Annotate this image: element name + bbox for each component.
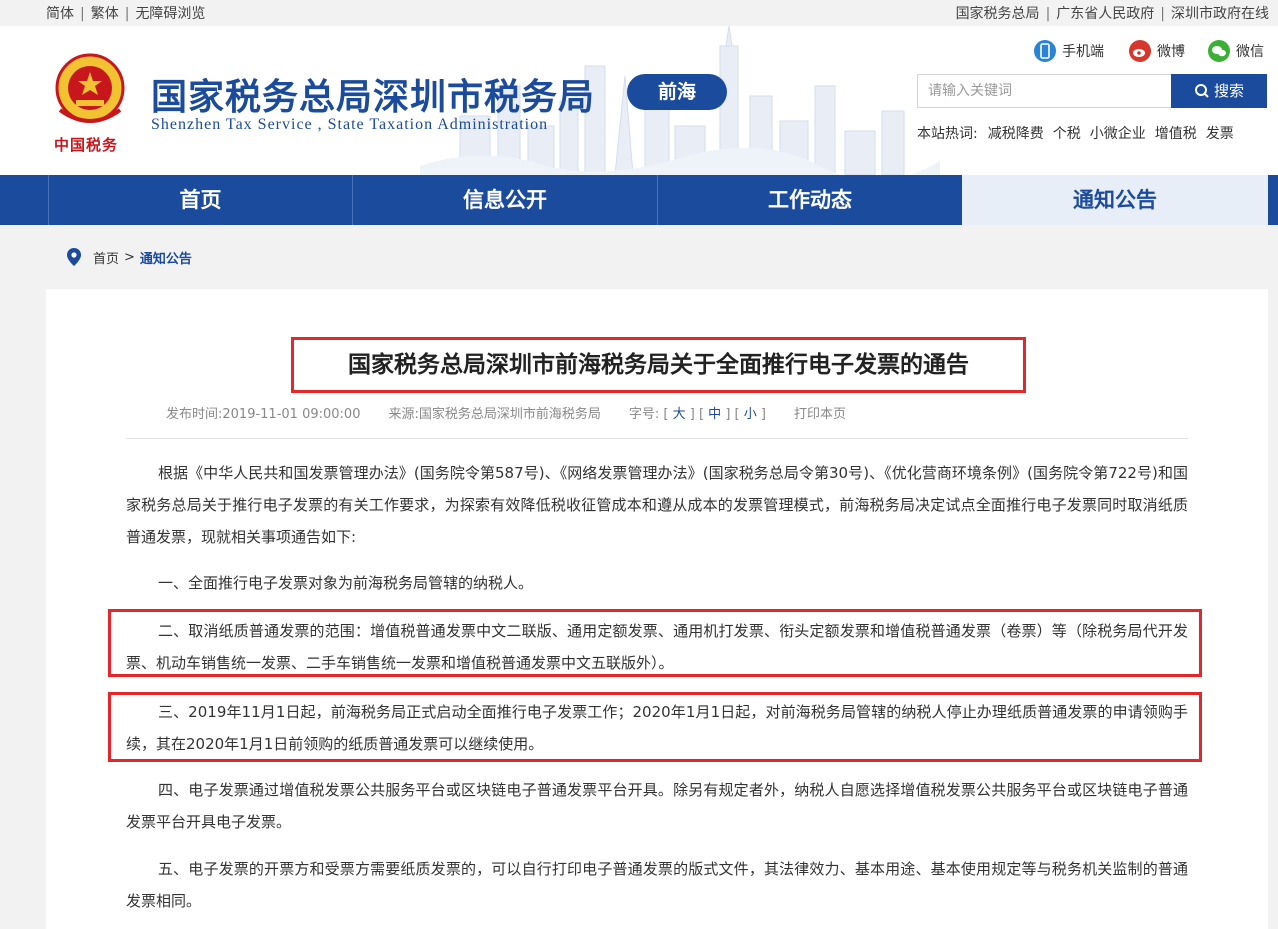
tax-emblem-logo: [55, 53, 125, 123]
link-sat[interactable]: 国家税务总局: [956, 6, 1040, 22]
meta-divider: [126, 438, 1188, 439]
hot-keywords: 本站热词: 减税降费 个税 小微企业 增值税 发票: [917, 123, 1243, 143]
nav-work-news[interactable]: 工作动态: [657, 175, 962, 225]
search-icon: [1194, 84, 1209, 98]
search-button-label: 搜索: [1213, 82, 1244, 100]
link-traditional[interactable]: 繁体: [91, 6, 119, 22]
breadcrumb: 首页 > 通知公告: [66, 247, 192, 267]
emblem-caption: 中国税务: [54, 136, 119, 154]
hotwords-label: 本站热词:: [917, 126, 978, 142]
font-size-small[interactable]: 小: [744, 407, 757, 422]
nav-info-disclosure[interactable]: 信息公开: [352, 175, 657, 225]
font-size-label: 字号:: [628, 407, 660, 422]
print-link[interactable]: 打印本页: [794, 407, 846, 422]
link-guangdong-gov[interactable]: 广东省人民政府: [1056, 6, 1154, 22]
article-title: 国家税务总局深圳市前海税务局关于全面推行电子发票的通告: [291, 337, 1026, 393]
region-badge: 前海: [627, 74, 727, 110]
top-utility-bar: 简体 | 繁体 | 无障碍浏览 国家税务总局 | 广东省人民政府 | 深圳市政府在线: [0, 0, 1278, 26]
article-meta: 发布时间:2019-11-01 09:00:00 来源:国家税务总局深圳市前海税务…: [166, 407, 846, 422]
site-title[interactable]: 国家税务总局深圳市税务局: [151, 68, 595, 120]
wechat-link[interactable]: 微信: [1208, 40, 1264, 62]
breadcrumb-separator: >: [124, 249, 135, 265]
highlight-box: [108, 609, 1202, 677]
mobile-phone-icon: [1034, 40, 1056, 62]
highlight-box: [108, 692, 1202, 762]
search-button[interactable]: 搜索: [1171, 74, 1267, 108]
hotword-link[interactable]: 增值税: [1155, 126, 1197, 142]
separator: |: [1160, 6, 1165, 22]
mobile-label: 手机端: [1062, 44, 1104, 60]
link-simplified[interactable]: 简体: [46, 6, 74, 22]
hotword-link[interactable]: 个税: [1053, 126, 1081, 142]
weibo-icon: [1129, 40, 1151, 62]
location-pin-icon: [67, 248, 81, 266]
mobile-link[interactable]: 手机端: [1034, 40, 1104, 62]
link-shenzhen-gov[interactable]: 深圳市政府在线: [1171, 6, 1269, 22]
article-paragraph: 五、电子发票的开票方和受票方需要纸质发票的，可以自行打印电子普通发票的版式文件，…: [126, 860, 1188, 910]
publish-time: 2019-11-01 09:00:00: [222, 407, 361, 422]
weibo-label: 微博: [1157, 44, 1185, 60]
site-header: 中国税务 国家税务总局深圳市税务局 Shenzhen Tax Service ,…: [0, 26, 1278, 175]
main-nav: 首页 信息公开 工作动态 通知公告: [0, 175, 1278, 225]
article-paragraph: 根据《中华人民共和国发票管理办法》(国务院令第587号)、《网络发票管理办法》(…: [126, 464, 1188, 546]
source-label: 来源:: [388, 407, 419, 422]
hotword-link[interactable]: 小微企业: [1090, 126, 1146, 142]
separator: |: [1045, 6, 1051, 22]
hotword-link[interactable]: 减税降费: [988, 126, 1044, 142]
nav-home[interactable]: 首页: [48, 175, 352, 225]
hotword-link[interactable]: 发票: [1206, 126, 1234, 142]
wechat-icon: [1208, 40, 1230, 62]
article-paragraph: 四、电子发票通过增值税发票公共服务平台或区块链电子普通发票平台开具。除另有规定者…: [126, 781, 1188, 831]
site-subtitle: Shenzhen Tax Service , State Taxation Ad…: [151, 116, 549, 133]
font-size-large[interactable]: 大: [673, 407, 686, 422]
font-size-medium[interactable]: 中: [708, 407, 721, 422]
separator: |: [124, 6, 130, 22]
external-links: 国家税务总局 | 广东省人民政府 | 深圳市政府在线: [956, 3, 1269, 23]
wechat-label: 微信: [1236, 44, 1264, 60]
publish-label: 发布时间:: [166, 407, 223, 422]
weibo-link[interactable]: 微博: [1129, 40, 1185, 62]
search-input[interactable]: 请输入关键词: [917, 74, 1171, 108]
nav-notices[interactable]: 通知公告: [962, 175, 1268, 225]
breadcrumb-current[interactable]: 通知公告: [140, 248, 192, 267]
language-links: 简体 | 繁体 | 无障碍浏览: [46, 3, 205, 23]
article-paragraph: 一、全面推行电子发票对象为前海税务局管辖的纳税人。: [158, 574, 534, 592]
link-accessibility[interactable]: 无障碍浏览: [135, 6, 205, 22]
source-value: 国家税务总局深圳市前海税务局: [418, 407, 601, 422]
breadcrumb-home[interactable]: 首页: [93, 248, 119, 267]
separator: |: [80, 6, 85, 22]
